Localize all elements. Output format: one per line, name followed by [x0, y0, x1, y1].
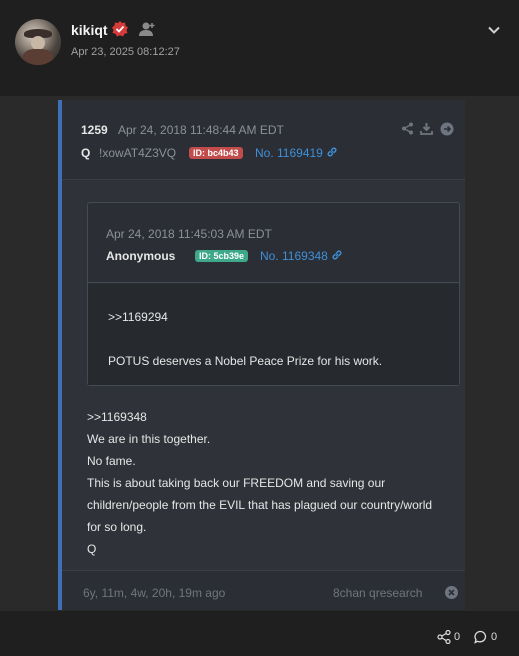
close-icon[interactable]: [445, 586, 458, 599]
comment-icon[interactable]: [474, 630, 488, 644]
drop-post-link[interactable]: No. 1169419: [255, 146, 338, 160]
drop-post-link-label[interactable]: No. 1169419: [255, 146, 323, 160]
avatar[interactable]: [15, 19, 61, 65]
drop-message: >>1169348 We are in this together. No fa…: [87, 406, 447, 560]
quoted-post-author: Anonymous: [106, 249, 176, 263]
comment-count: 0: [491, 631, 498, 643]
share-icon[interactable]: [437, 630, 451, 644]
quoted-post-link[interactable]: No. 1169348: [260, 249, 343, 263]
quoted-post-date: Apr 24, 2018 11:45:03 AM EDT: [106, 227, 272, 241]
goto-arrow-icon[interactable]: [440, 122, 454, 136]
quoted-poster-id-badge: ID: 5cb39e: [195, 250, 249, 262]
time-ago: 6y, 11m, 4w, 20h, 19m ago: [83, 586, 226, 600]
verified-icon: [112, 21, 128, 37]
message-line: We are in this together.: [87, 432, 211, 446]
quoted-post: Apr 24, 2018 11:45:03 AM EDT Anonymous I…: [87, 202, 460, 386]
post-timestamp: Apr 23, 2025 08:12:27: [71, 46, 180, 58]
drop-number: 1259: [81, 123, 108, 137]
quoted-post-body: >>1169294 POTUS deserves a Nobel Peace P…: [88, 284, 459, 385]
message-line: No fame.: [87, 454, 136, 468]
quoted-post-text: POTUS deserves a Nobel Peace Prize for h…: [108, 354, 383, 368]
drop-source: 8chan qresearch: [333, 586, 423, 600]
share-icon[interactable]: [401, 122, 414, 135]
drop-date: Apr 24, 2018 11:48:44 AM EDT: [118, 123, 284, 137]
drop-author: Q: [81, 146, 91, 160]
q-drop-card: 1259 Apr 24, 2018 11:48:44 AM EDT Q !xow…: [58, 100, 465, 610]
message-line: This is about taking back our FREEDOM an…: [87, 476, 436, 534]
download-icon[interactable]: [420, 122, 433, 135]
share-count: 0: [454, 631, 461, 643]
link-icon[interactable]: [326, 146, 338, 158]
quoted-post-header: Apr 24, 2018 11:45:03 AM EDT Anonymous I…: [88, 203, 459, 283]
link-icon[interactable]: [331, 249, 343, 261]
follow-user-icon[interactable]: [138, 21, 156, 37]
quoted-post-reference[interactable]: >>1169294: [108, 310, 168, 324]
drop-header: 1259 Apr 24, 2018 11:48:44 AM EDT Q !xow…: [62, 100, 465, 180]
poster-id-badge: ID: bc4b43: [189, 147, 243, 159]
post-header: kikiqt Apr 23, 2025 08:12:27: [0, 0, 519, 96]
quoted-post-link-label[interactable]: No. 1169348: [260, 249, 328, 263]
message-line: Q: [87, 542, 97, 556]
message-line[interactable]: >>1169348: [87, 406, 447, 428]
tripcode: !xowAT4Z3VQ: [99, 146, 177, 160]
chevron-down-icon[interactable]: [486, 22, 502, 38]
drop-footer: 6y, 11m, 4w, 20h, 19m ago 8chan qresearc…: [62, 570, 465, 610]
post-actions-bar: 0 0: [0, 611, 519, 656]
username[interactable]: kikiqt: [71, 22, 108, 38]
